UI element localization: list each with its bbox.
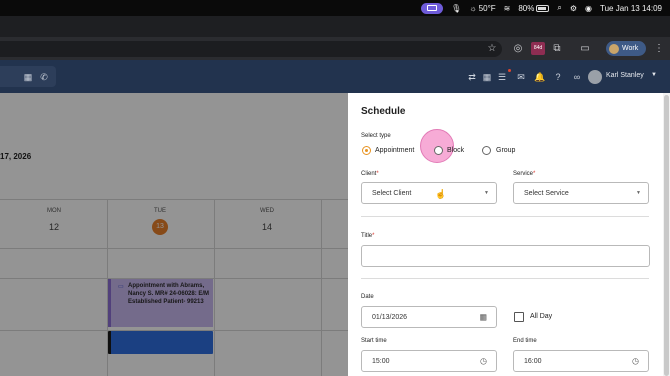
end-time-label: End time [513,338,537,344]
clock[interactable]: Tue Jan 13 14:09 [600,4,662,13]
wifi-icon[interactable]: ≋ [504,4,511,13]
transfer-icon[interactable]: ⇄ [466,71,478,83]
browser-menu-icon[interactable]: ⋮ [652,42,666,56]
radio-group-label[interactable]: Group [496,147,515,154]
help-icon[interactable]: ? [552,71,564,83]
bookmark-star-icon[interactable]: ☆ [485,42,499,56]
date-input[interactable]: 01/13/2026 ▦ [361,306,497,328]
title-input[interactable] [361,245,650,267]
clock-icon[interactable]: ◷ [632,357,639,366]
date-label: Date [361,294,374,300]
address-bar[interactable] [0,41,502,57]
end-time-value: 16:00 [524,357,542,365]
cast-icon[interactable]: ▭ [578,42,592,56]
end-time-input[interactable]: 16:00 ◷ [513,350,649,372]
select-type-label: Select type [361,133,391,139]
service-label: Service* [513,171,536,177]
screen-share-icon[interactable] [421,2,444,14]
browser-tab-strip [0,16,670,37]
app-header [0,60,670,93]
notification-dot [508,69,511,72]
screen: 🎙 ☼ 50°F ≋ 80% ⌕ ⚙ ◉ Tue Jan 13 14:09 ☆ … [0,0,670,376]
start-time-input[interactable]: 15:00 ◷ [361,350,497,372]
calendar-extension-badge[interactable]: 84d [531,42,545,55]
siri-icon[interactable]: ◉ [585,4,592,13]
radio-block-label[interactable]: Block [447,147,464,154]
scrollbar-thumb[interactable] [664,95,669,376]
start-time-label: Start time [361,338,387,344]
all-day-checkbox[interactable] [514,312,524,322]
hand-cursor-icon: ☝ [435,189,447,199]
service-select[interactable]: Select Service ▼ [513,182,649,204]
clock-icon[interactable]: ◷ [480,357,487,366]
radio-appointment[interactable] [362,146,371,155]
section-divider [361,278,649,279]
control-center-icon[interactable]: ⚙ [570,4,577,13]
extensions-puzzle-icon[interactable]: ⧉ [550,42,564,56]
title-label: Title* [361,233,375,239]
panel-title: Schedule [361,106,406,117]
extension-color-icon[interactable]: ◎ [511,42,525,56]
date-input-value: 01/13/2026 [372,313,408,321]
radio-group[interactable] [482,146,491,155]
client-select[interactable]: Select Client ▼ [361,182,497,204]
user-name[interactable]: Karl Stanley [606,72,644,79]
client-label: Client* [361,171,379,177]
user-avatar[interactable] [588,70,602,84]
all-day-label[interactable]: All Day [530,313,552,320]
phone-icon[interactable]: ✆ [38,71,50,83]
microphone-icon[interactable]: 🎙 [451,4,461,13]
client-select-value: Select Client [372,189,412,197]
calendar-icon[interactable]: ▦ [479,313,487,322]
system-menubar: 🎙 ☼ 50°F ≋ 80% ⌕ ⚙ ◉ Tue Jan 13 14:09 [0,0,670,16]
profile-avatar [609,43,619,54]
schedule-panel [348,93,663,376]
chevron-down-icon[interactable]: ▼ [651,72,657,78]
stack-icon[interactable]: ☰ [496,71,508,83]
section-divider [361,216,649,217]
profile-label: Work [622,45,639,52]
profile-button[interactable]: Work [606,41,646,56]
dropdown-caret-icon: ▼ [636,190,641,196]
bell-icon[interactable]: 🔔 [534,71,546,83]
dropdown-caret-icon: ▼ [484,190,489,196]
calendar-icon[interactable]: ▦ [22,71,34,83]
calendar-nav-icon[interactable]: ▦ [481,71,493,83]
messages-icon[interactable]: ✉ [515,71,527,83]
battery-icon [536,4,550,12]
weather-widget[interactable]: ☼ 50°F [469,4,495,13]
battery-status[interactable]: 80% [518,3,550,13]
radio-appointment-label[interactable]: Appointment [375,147,414,154]
link-icon[interactable]: ∞ [571,71,583,83]
weather-temp: 50°F [478,3,496,13]
start-time-value: 15:00 [372,357,390,365]
search-icon[interactable]: ⌕ [557,3,561,13]
service-select-value: Select Service [524,189,569,197]
battery-percent: 80% [518,3,535,13]
radio-block[interactable] [434,146,443,155]
weather-icon: ☼ [469,3,477,13]
